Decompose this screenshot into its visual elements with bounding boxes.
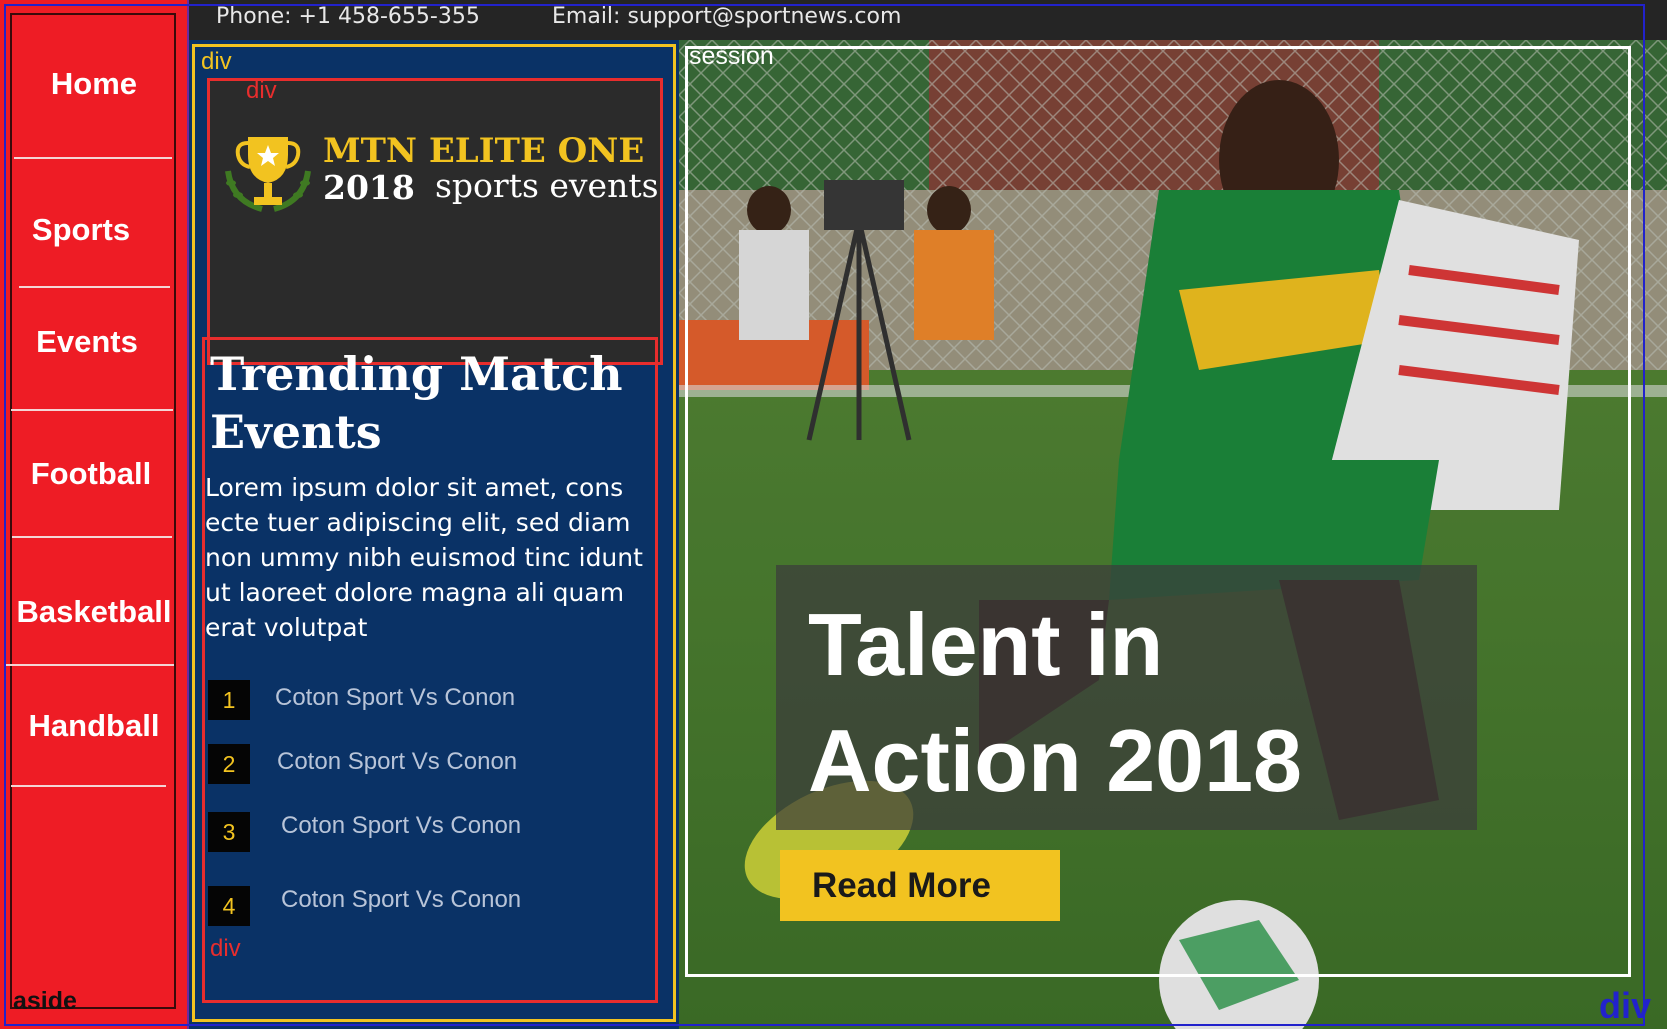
match-number: 1 (208, 680, 250, 720)
nav-divider (19, 286, 170, 288)
hero-section: session Talent in Action 2018 Read More … (679, 40, 1667, 1029)
hero-title: Talent in Action 2018 (808, 595, 1302, 810)
match-label[interactable]: Coton Sport Vs Conon (281, 886, 521, 914)
session-frame (685, 46, 1631, 977)
logo-debug-tag: div (246, 77, 277, 104)
match-item[interactable]: 1 Coton Sport Vs Conon (205, 680, 645, 720)
hero-caption: Talent in Action 2018 (776, 565, 1477, 830)
nav-divider (6, 664, 174, 666)
page: Home Sports Events Football Basketball H… (0, 0, 1667, 1029)
match-number: 3 (208, 812, 250, 852)
sidebar: Home Sports Events Football Basketball H… (0, 0, 189, 1029)
match-number: 4 (208, 886, 250, 926)
phone-text: Phone: +1 458-655-355 (216, 4, 480, 29)
nav-item-basketball[interactable]: Basketball (7, 586, 181, 638)
nav-item-events[interactable]: Events (0, 316, 174, 368)
logo-title: MTN ELITE ONE (323, 131, 645, 171)
sidebar-frame (10, 13, 176, 1009)
nav-item-handball[interactable]: Handball (7, 700, 181, 752)
match-item[interactable]: 3 Coton Sport Vs Conon (205, 812, 645, 852)
nav-divider (12, 536, 172, 538)
trending-box: Trending Match Events Lorem ipsum dolor … (202, 337, 658, 1003)
trending-title: Trending Match Events (210, 347, 623, 459)
contact-bar: Phone: +1 458-655-355 Email: support@spo… (189, 0, 1667, 40)
hero-debug-tag: div (1599, 985, 1652, 1026)
nav-item-home[interactable]: Home (7, 58, 181, 110)
middle-debug-tag: div (201, 48, 232, 75)
nav-divider (11, 785, 166, 787)
match-label[interactable]: Coton Sport Vs Conon (275, 684, 515, 712)
nav-item-football[interactable]: Football (4, 448, 178, 500)
session-debug-tag: session (689, 42, 774, 70)
logo-box: div MTN ELITE ONE 2018 sports events (207, 77, 663, 365)
nav-divider (14, 157, 172, 159)
match-item[interactable]: 2 Coton Sport Vs Conon (205, 744, 645, 784)
match-item[interactable]: 4 Coton Sport Vs Conon (205, 886, 645, 926)
email-text: Email: support@sportnews.com (552, 4, 902, 29)
trending-description: Lorem ipsum dolor sit amet, cons ecte tu… (205, 473, 643, 642)
nav-divider (11, 409, 173, 411)
match-number: 2 (208, 744, 250, 784)
match-label[interactable]: Coton Sport Vs Conon (277, 748, 517, 776)
trending-debug-tag: div (210, 935, 241, 962)
nav-item-sports[interactable]: Sports (0, 204, 168, 256)
middle-column: div div MTN ELITE ONE 2018 sports events (189, 40, 679, 1029)
logo-year: 2018 (323, 168, 415, 207)
logo-subtitle: sports events (435, 166, 659, 205)
read-more-button[interactable]: Read More (780, 850, 1060, 921)
aside-debug-tag: aside (13, 987, 77, 1015)
match-label[interactable]: Coton Sport Vs Conon (281, 812, 521, 840)
trophy-icon (225, 137, 311, 212)
